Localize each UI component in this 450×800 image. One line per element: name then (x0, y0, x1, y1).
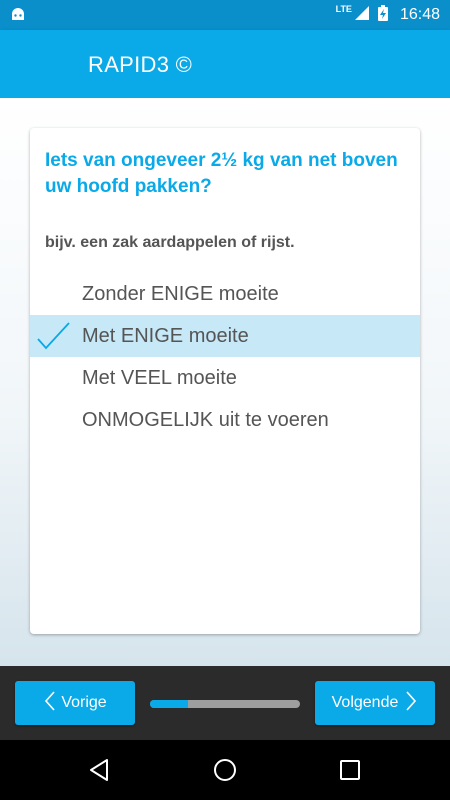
battery-charging-icon (377, 4, 388, 26)
chevron-right-icon (404, 690, 418, 717)
progress-bar-fill (150, 700, 188, 708)
next-button-label: Volgende (331, 694, 399, 711)
content-area: Iets van ongeveer 2½ kg van net boven uw… (0, 98, 450, 666)
answer-option-label: Zonder ENIGE moeite (82, 283, 279, 305)
answer-option-label: ONMOGELIJK uit te voeren (82, 409, 329, 431)
question-hint: bijv. een zak aardappelen of rijst. (45, 234, 295, 251)
next-button[interactable]: Volgende (315, 681, 435, 725)
answer-option-label: Met ENIGE moeite (82, 325, 249, 347)
signal-icon (354, 5, 370, 26)
app-title: RAPID3 © (88, 52, 193, 77)
previous-button[interactable]: Vorige (15, 681, 135, 725)
network-type-label: LTE (335, 4, 352, 14)
chevron-left-icon (43, 690, 57, 717)
system-nav-bar (0, 740, 450, 800)
answer-option[interactable]: Zonder ENIGE moeite (30, 273, 420, 315)
back-icon[interactable] (88, 758, 110, 787)
previous-button-label: Vorige (61, 694, 107, 711)
answer-option-label: Met VEEL moeite (82, 367, 237, 389)
progress-bar (150, 700, 300, 708)
questionnaire-nav-panel: Vorige Volgende (0, 666, 450, 740)
answer-option-selected[interactable]: Met ENIGE moeite (30, 315, 420, 357)
android-icon (10, 7, 26, 26)
question-text: Iets van ongeveer 2½ kg van net boven uw… (45, 150, 398, 197)
status-bar: LTE 16:48 (0, 0, 450, 30)
question-card: Iets van ongeveer 2½ kg van net boven uw… (30, 128, 420, 634)
clock: 16:48 (399, 6, 440, 23)
answer-option[interactable]: ONMOGELIJK uit te voeren (30, 399, 420, 441)
answer-option[interactable]: Met VEEL moeite (30, 357, 420, 399)
home-icon[interactable] (213, 758, 237, 787)
app-bar: RAPID3 © (0, 30, 450, 98)
recents-icon[interactable] (339, 758, 361, 787)
answer-options: Zonder ENIGE moeite Met ENIGE moeite Met… (30, 273, 420, 441)
